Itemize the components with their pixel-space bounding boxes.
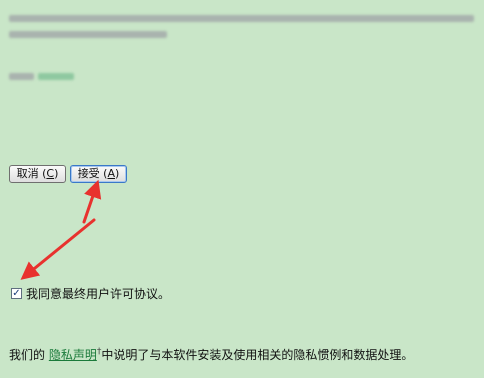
accept-button-key: A — [107, 167, 116, 180]
privacy-link[interactable]: 隐私声明 — [49, 348, 97, 362]
privacy-statement: 我们的 隐私声明†中说明了与本软件安装及使用相关的隐私惯例和数据处理。 — [9, 346, 413, 363]
privacy-suffix: 中说明了与本软件安装及使用相关的隐私惯例和数据处理。 — [101, 348, 414, 362]
cancel-button-key: C — [46, 167, 55, 180]
annotation-arrows — [20, 179, 102, 280]
checkmark-icon: ✓ — [12, 287, 21, 299]
cancel-button-tail: ) — [54, 167, 59, 180]
accept-button[interactable]: 接受 (A) — [70, 165, 127, 183]
accept-button-label: 接受 ( — [77, 167, 108, 180]
blurred-eula-link[interactable] — [38, 73, 74, 80]
agree-checkbox[interactable]: ✓ — [11, 288, 22, 299]
arrow-to-accept-button — [82, 179, 102, 224]
blurred-text-line-1 — [9, 15, 474, 22]
arrow-to-agree-checkbox — [20, 218, 96, 280]
blurred-text-prefix — [9, 73, 34, 80]
cancel-button[interactable]: 取消 (C) — [9, 165, 66, 183]
accept-button-tail: ) — [115, 167, 120, 180]
cancel-button-label: 取消 ( — [16, 167, 47, 180]
privacy-prefix: 我们的 — [9, 348, 49, 362]
blurred-text-line-2 — [9, 31, 167, 38]
agree-label[interactable]: 我同意最终用户许可协议。 — [26, 285, 170, 302]
agree-eula-row[interactable]: ✓ 我同意最终用户许可协议。 — [11, 285, 170, 302]
